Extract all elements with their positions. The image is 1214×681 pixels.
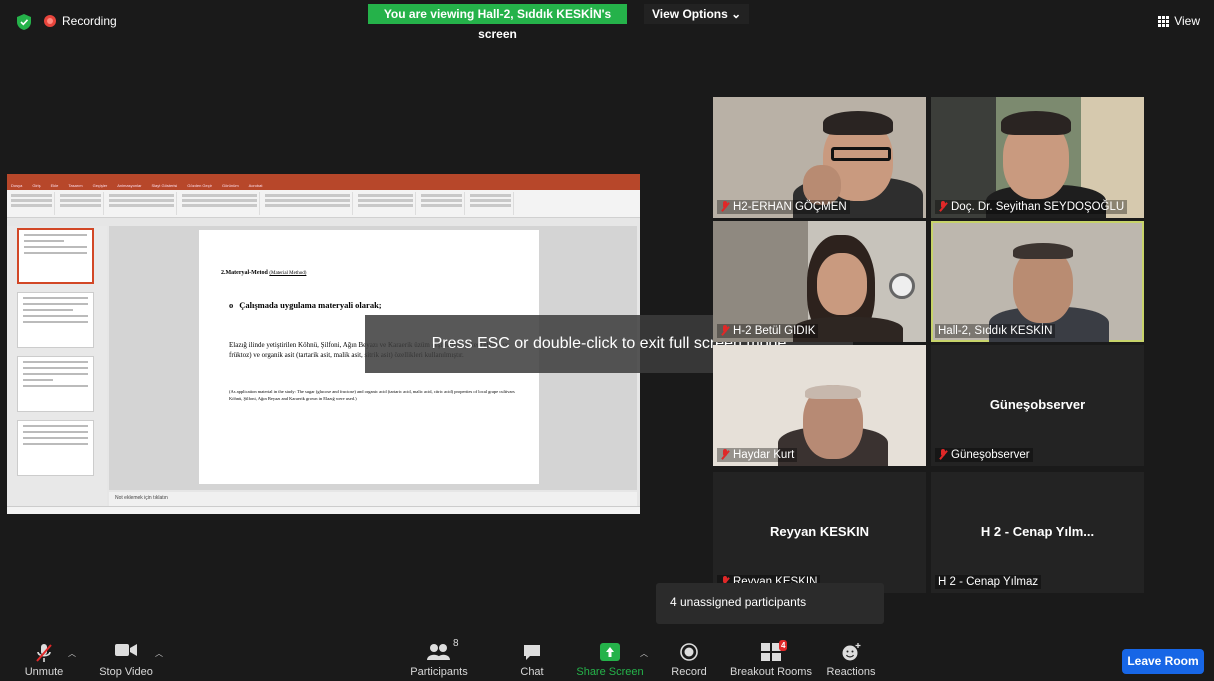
video-tile[interactable]: H 2 - Cenap Yılm... H 2 - Cenap Yılmaz: [931, 472, 1144, 593]
record-button[interactable]: Record: [649, 634, 729, 681]
unmute-label: Unmute: [24, 666, 64, 678]
recording-icon: [44, 15, 56, 27]
video-tile[interactable]: H-2 Betül GIDIK: [713, 221, 926, 342]
ribbon-tab: Geçişler: [92, 183, 108, 188]
ribbon-tab: Ekle: [50, 183, 59, 188]
muted-mic-icon: [720, 449, 730, 461]
participant-display-name: Reyyan KESKIN: [770, 524, 869, 539]
muted-mic-icon: [938, 449, 948, 461]
powerpoint-titlebar: [7, 174, 640, 182]
stop-video-label: Stop Video: [99, 666, 153, 678]
powerpoint-ribbon-tabs: Dosya Giriş Ekle Tasarım Geçişler Animas…: [7, 182, 640, 190]
recording-label: Recording: [62, 14, 117, 28]
video-camera-icon: [115, 644, 137, 656]
share-screen-icon: [600, 643, 620, 661]
record-icon: [680, 643, 698, 661]
ribbon-tab: Dosya: [11, 183, 23, 188]
ribbon-tab: Tasarım: [68, 183, 83, 188]
view-button[interactable]: View: [1158, 14, 1200, 28]
participant-name: H 2 - Cenap Yılmaz: [935, 575, 1042, 589]
powerpoint-ribbon: [7, 190, 640, 218]
participants-count: 8: [453, 638, 459, 649]
ribbon-tab: Giriş: [32, 183, 41, 188]
breakout-rooms-badge: 4: [779, 640, 788, 651]
muted-mic-icon: [720, 325, 730, 337]
video-tile[interactable]: Reyyan KESKIN Reyyan KESKIN: [713, 472, 926, 593]
participants-icon: [427, 644, 450, 660]
audio-options-caret[interactable]: ︿: [68, 648, 76, 659]
participant-display-name: Güneşobserver: [989, 397, 1086, 412]
reactions-label: Reactions: [826, 666, 876, 678]
breakout-rooms-label: Breakout Rooms: [730, 666, 812, 678]
ribbon-tab: Gözden Geçir: [187, 183, 212, 188]
video-tile[interactable]: Haydar Kurt: [713, 345, 926, 466]
participant-name: Hall-2, Sıddık KESKİN: [935, 324, 1056, 338]
slide-translation: (As application material in the study: T…: [229, 389, 515, 401]
participant-name: Güneşobserver: [935, 448, 1033, 462]
security-shield-icon[interactable]: [17, 14, 31, 30]
share-screen-button[interactable]: Share Screen: [570, 634, 650, 681]
ribbon-tab: Slayt Gösterisi: [151, 183, 178, 188]
chat-button[interactable]: Chat: [492, 634, 572, 681]
view-label: View: [1174, 14, 1200, 28]
video-tile-active-speaker[interactable]: Hall-2, Sıddık KESKİN: [931, 221, 1144, 342]
slide-bullet: Çalışmada uygulama materyali olarak;: [229, 300, 381, 310]
chat-label: Chat: [520, 666, 544, 678]
participants-button[interactable]: 8 Participants: [399, 634, 479, 681]
participant-name: H2-ERHAN GÖÇMEN: [717, 200, 850, 214]
participant-display-name: H 2 - Cenap Yılm...: [980, 524, 1095, 539]
participant-name: H-2 Betül GIDIK: [717, 324, 819, 338]
powerpoint-statusbar: [7, 506, 640, 514]
meeting-toolbar: Unmute ︿ Stop Video ︿ 8 Participants Cha…: [0, 634, 1214, 681]
share-options-caret[interactable]: ︿: [640, 648, 648, 659]
unassigned-participants-tooltip: 4 unassigned participants: [656, 583, 884, 624]
chat-icon: [524, 645, 540, 660]
slide-thumbnails: [7, 226, 107, 506]
breakout-rooms-icon: [761, 643, 781, 661]
reactions-button[interactable]: Reactions: [811, 634, 891, 681]
participant-name: Doç. Dr. Seyithan SEYDOŞOĞLU: [935, 200, 1128, 214]
video-tile[interactable]: Doç. Dr. Seyithan SEYDOŞOĞLU: [931, 97, 1144, 218]
view-options-button[interactable]: View Options ⌄: [644, 4, 750, 24]
slide-notes: Not eklemek için tıklatın: [109, 492, 637, 506]
slide-heading: 2.Materyal-Metod (Material Method): [221, 270, 307, 276]
ribbon-tab: Acrobat: [248, 183, 263, 188]
video-options-caret[interactable]: ︿: [155, 648, 163, 659]
participant-name: Haydar Kurt: [717, 448, 798, 462]
video-tile[interactable]: Güneşobserver Güneşobserver: [931, 345, 1144, 466]
grid-view-icon: [1158, 15, 1170, 27]
viewing-screen-banner: You are viewing Hall-2, Sıddık KESKİN's …: [368, 4, 627, 41]
muted-mic-icon: [36, 644, 52, 662]
slide-thumbnail: [17, 356, 94, 412]
slide-thumbnail: [17, 292, 94, 348]
slide-thumbnail: [17, 420, 94, 476]
share-screen-label: Share Screen: [576, 666, 644, 678]
zoom-meeting-window: Recording You are viewing Hall-2, Sıddık…: [0, 0, 1214, 681]
participants-label: Participants: [410, 666, 468, 678]
ribbon-tab: Görünüm: [221, 183, 239, 188]
leave-room-button[interactable]: Leave Room: [1122, 649, 1204, 674]
record-label: Record: [671, 666, 707, 678]
reactions-icon: [842, 643, 861, 661]
stop-video-button[interactable]: Stop Video: [86, 634, 166, 681]
slide-thumbnail: [17, 228, 94, 284]
muted-mic-icon: [938, 201, 948, 213]
muted-mic-icon: [720, 201, 730, 213]
breakout-rooms-button[interactable]: 4 Breakout Rooms: [723, 634, 819, 681]
ribbon-tab: Animasyonlar: [117, 183, 142, 188]
video-tile[interactable]: H2-ERHAN GÖÇMEN: [713, 97, 926, 218]
